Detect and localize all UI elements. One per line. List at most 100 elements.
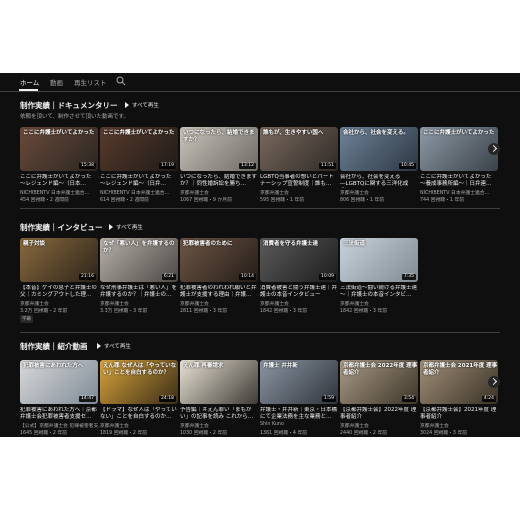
duration-badge: 21:16 bbox=[79, 274, 96, 280]
video-title[interactable]: 【ドラマ】なぜ人は「やっていない」ことを自白するのか… bbox=[100, 407, 178, 421]
video-thumbnail[interactable]: 京都弁護士会 2021年度 理事者紹介 4:24 bbox=[420, 360, 498, 404]
video-meta: 1030 回視聴・2 年前 bbox=[180, 431, 228, 436]
channel-name[interactable]: 京都弁護士会 bbox=[180, 300, 209, 307]
channel-name[interactable]: 【公式】京都弁護士会 犯罪被害者支… bbox=[20, 422, 103, 429]
chevron-right-icon bbox=[489, 377, 498, 386]
play-all-button[interactable]: すべて再生 bbox=[125, 101, 159, 109]
channel-name[interactable]: 京都弁護士会 bbox=[260, 189, 289, 196]
video-thumbnail[interactable]: 三法街道 7:35 bbox=[340, 238, 418, 282]
duration-badge: 4:24 bbox=[481, 396, 496, 402]
duration-badge: 17:19 bbox=[159, 163, 176, 169]
play-all-label: すべて再生 bbox=[116, 225, 143, 231]
channel-name[interactable]: NICHIBENTV 日本弁護士連合… bbox=[20, 189, 89, 196]
play-all-label: すべて再生 bbox=[132, 103, 159, 109]
video-title[interactable]: いつになったら、結婚できますか？｜同性婚訴訟を勝ち… bbox=[180, 174, 258, 188]
video-title[interactable]: 三法街道～闘い続ける弁護士達～｜弁護士の本音インタビ… bbox=[340, 285, 418, 299]
tab-playlists[interactable]: 再生リスト bbox=[74, 77, 107, 87]
play-all-button[interactable]: すべて再生 bbox=[109, 223, 143, 231]
video-thumbnail[interactable]: 会社から、社会を変える。 10:45 bbox=[340, 127, 418, 171]
tab-home[interactable]: ホーム bbox=[20, 77, 39, 87]
video-title[interactable]: なぜ刑事弁護士は「悪い人」を弁護するのか？｜弁護士の… bbox=[100, 285, 178, 299]
video-thumbnail[interactable]: いつになったら、結婚できますか？ 13:12 bbox=[180, 127, 258, 171]
video-title[interactable]: ここに弁護士がいてよかった ～レジェンド編～（日本… bbox=[20, 174, 98, 188]
video-title[interactable]: LGBTQ当事者の想いとパートナーシップ宣誓制度｜誰も… bbox=[260, 174, 338, 188]
section-title: 制作実績｜インタビュー bbox=[20, 223, 103, 232]
video-meta: 595 回視聴・1 年前 bbox=[260, 198, 305, 203]
channel-name[interactable]: NICHIBENTV 日本弁護士連合… bbox=[420, 189, 489, 196]
video-thumbnail[interactable]: 誰もが、生きやすい国へ 11:51 bbox=[260, 127, 338, 171]
thumbnail-caption: 三法街道 bbox=[343, 241, 366, 247]
video-title[interactable]: 予告編｜＃えん罪い「まもがい」の記事を読み これから… bbox=[180, 407, 258, 421]
thumbnail-caption: 京都弁護士会 2021年度 理事者紹介 bbox=[423, 363, 498, 376]
video-meta: 2811 回視聴・3 年前 bbox=[180, 309, 228, 314]
thumbnail-caption: 弁護士 井井新 bbox=[263, 363, 298, 369]
channel-name[interactable]: 京都弁護士会 bbox=[100, 300, 129, 307]
thumbnail-caption: 誰もが、生きやすい国へ bbox=[263, 130, 324, 136]
thumbnail-caption: ここに弁護士がいてよかった bbox=[423, 130, 495, 136]
search-icon[interactable] bbox=[116, 76, 126, 86]
chevron-right-icon bbox=[489, 144, 498, 153]
play-icon bbox=[97, 343, 101, 349]
video-title[interactable]: 消費者被害と闘う弁護士達｜弁護士の本音インタビュー bbox=[260, 285, 338, 299]
play-all-button[interactable]: すべて再生 bbox=[97, 342, 131, 350]
video-thumbnail[interactable]: えん罪 なぜ人は「やっていない」ことを自白するのか？ 24:18 bbox=[100, 360, 178, 404]
video-thumbnail[interactable]: ここに弁護士がいてよかった 15:38 bbox=[20, 127, 98, 171]
channel-name[interactable]: 京都弁護士会 bbox=[340, 422, 369, 429]
channel-name[interactable]: 京都弁護士会 bbox=[100, 422, 129, 429]
video-title[interactable]: 犯罪被害にあわれた方へ｜京都弁護士会犯罪被害者支援セ… bbox=[20, 407, 98, 421]
thumbnail-caption: えん罪 再審請求 bbox=[183, 363, 224, 369]
youtube-channel-page: ホーム 動画 再生リスト 制作実績｜ドキュメンタリー すべて再生 依頼を頂いて、… bbox=[0, 73, 520, 437]
channel-name[interactable]: 京都弁護士会 bbox=[420, 422, 449, 429]
active-tab-indicator bbox=[19, 89, 38, 91]
channel-name[interactable]: 京都弁護士会 bbox=[340, 300, 369, 307]
thumbnail-caption: 消費者を守る弁護士達 bbox=[263, 241, 319, 247]
video-title[interactable]: ここに弁護士がいてよかった ～レジェンド編～（日弁… bbox=[100, 174, 178, 188]
duration-badge: 15:38 bbox=[79, 163, 96, 169]
section-divider bbox=[20, 332, 500, 333]
thumbnail-caption: えん罪 なぜ人は「やっていない」ことを自白するのか？ bbox=[103, 363, 177, 376]
duration-badge: 10:09 bbox=[319, 274, 336, 280]
thumbnail-caption: 犯罪被害者のために bbox=[183, 241, 233, 247]
video-thumbnail[interactable]: 犯罪被害にあわれた方へ 14:47 bbox=[20, 360, 98, 404]
thumbnail-caption: なぜ「悪い人」を弁護するのか？ bbox=[103, 241, 175, 254]
scroll-right-button[interactable] bbox=[488, 376, 500, 388]
video-thumbnail[interactable]: 犯罪被害者のために 10:14 bbox=[180, 238, 258, 282]
video-thumbnail[interactable]: 親子対談 21:16 bbox=[20, 238, 98, 282]
play-all-label: すべて再生 bbox=[104, 344, 131, 350]
video-thumbnail[interactable]: ここに弁護士がいてよかった 17:19 bbox=[100, 127, 178, 171]
duration-badge: 11:51 bbox=[319, 163, 336, 169]
scroll-right-button[interactable] bbox=[488, 143, 500, 155]
video-meta: 1842 回視聴・3 年前 bbox=[340, 309, 388, 314]
channel-name[interactable]: 京都弁護士会 bbox=[180, 422, 209, 429]
video-thumbnail[interactable]: なぜ「悪い人」を弁護するのか？ 6:21 bbox=[100, 238, 178, 282]
channel-name[interactable]: NICHIBENTV 日本弁護士連合… bbox=[100, 189, 169, 196]
channel-name[interactable]: 京都弁護士会 bbox=[340, 189, 369, 196]
thumbnail-caption: 親子対談 bbox=[23, 241, 46, 247]
video-title[interactable]: 犯罪被害者のわれわれ願いと弁護士が支援する理由｜弁護… bbox=[180, 285, 258, 299]
video-thumbnail[interactable]: 消費者を守る弁護士達 10:09 bbox=[260, 238, 338, 282]
duration-badge: 14:47 bbox=[79, 396, 96, 402]
video-thumbnail[interactable]: えん罪 再審請求 bbox=[180, 360, 258, 404]
video-title[interactable]: ここに弁護士がいてよかった ～養成事務所編～｜日弁連… bbox=[420, 174, 498, 188]
video-title[interactable]: 会社から、社会を変える―LGBTQに関する三洋化成の… bbox=[340, 174, 418, 188]
video-title[interactable]: 弁護士・井井新｜東京・日本橋にて企業法務を主な業務と… bbox=[260, 407, 338, 421]
video-meta: 3024 回視聴・3 年前 bbox=[420, 431, 468, 436]
duration-badge: 24:18 bbox=[159, 396, 176, 402]
channel-name[interactable]: Shin Kuno bbox=[260, 422, 284, 427]
channel-name[interactable]: 京都弁護士会 bbox=[180, 189, 209, 196]
video-title[interactable]: 【京都弁護士会】2021年度 理事者紹介 bbox=[420, 407, 498, 421]
section-title: 制作実績｜紹介動画 bbox=[20, 342, 88, 351]
channel-name[interactable]: 京都弁護士会 bbox=[260, 300, 289, 307]
video-thumbnail[interactable]: 弁護士 井井新 1:59 bbox=[260, 360, 338, 404]
video-title[interactable]: 【本音】ゲイの息子と弁護士の父｜カミングアウトした理… bbox=[20, 285, 98, 299]
thumbnail-caption: ここに弁護士がいてよかった bbox=[23, 130, 95, 136]
video-meta: 3.3万 回視聴・3 年前 bbox=[100, 309, 148, 314]
tab-videos[interactable]: 動画 bbox=[50, 77, 63, 87]
caption-badge: 字幕 bbox=[20, 315, 33, 323]
video-meta: 744 回視聴・1 年前 bbox=[420, 198, 465, 203]
video-thumbnail[interactable]: 京都弁護士会 2022年度 理事者紹介 3:54 bbox=[340, 360, 418, 404]
section-divider bbox=[20, 208, 500, 209]
channel-name[interactable]: 京都弁護士会 bbox=[20, 300, 49, 307]
video-thumbnail[interactable]: ここに弁護士がいてよかった bbox=[420, 127, 498, 171]
video-title[interactable]: 【京都弁護士会】2022年度 理事者紹介 bbox=[340, 407, 418, 421]
